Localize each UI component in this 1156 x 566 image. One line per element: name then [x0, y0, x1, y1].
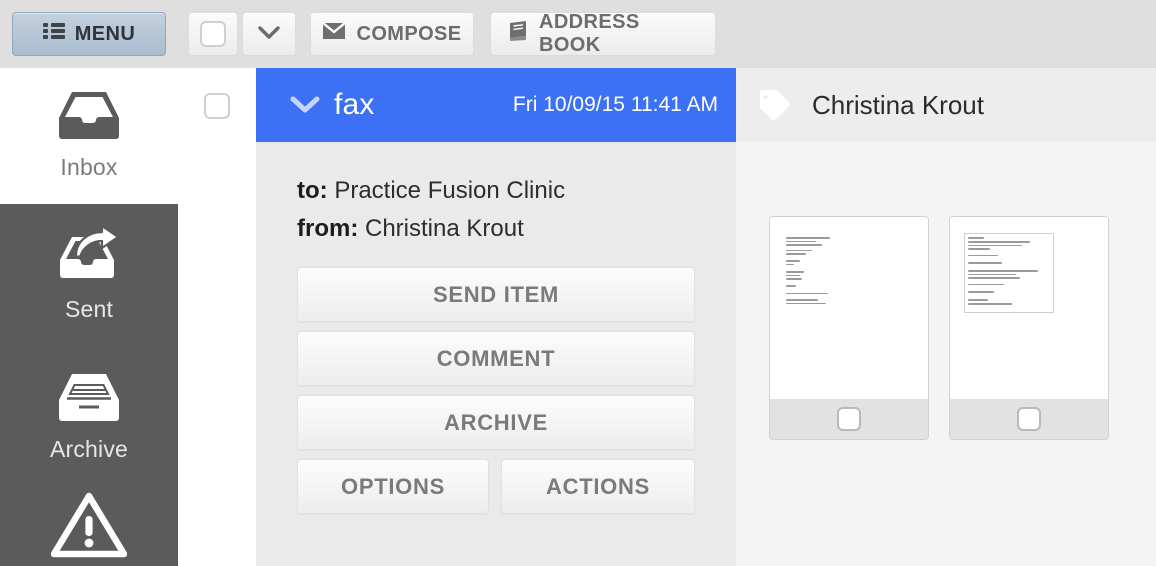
comment-button[interactable]: COMMENT — [297, 331, 695, 386]
preview-page-thumbnail[interactable] — [949, 216, 1109, 440]
inbox-tray-icon — [56, 78, 122, 140]
select-all-button[interactable] — [188, 12, 238, 56]
message-title: fax — [334, 88, 375, 122]
document-text-lines — [968, 237, 1052, 305]
sidebar-item-archive[interactable]: Archive — [0, 360, 178, 496]
preview-page-thumbnail[interactable] — [769, 216, 929, 440]
page-content — [950, 217, 1108, 401]
options-button[interactable]: OPTIONS — [297, 459, 489, 514]
preview-contact-name: Christina Krout — [812, 90, 984, 121]
list-icon — [43, 22, 65, 46]
message-timestamp: Fri 10/09/15 11:41 AM — [513, 93, 718, 117]
fax-inbox-app: MENU COMPOSE — [0, 0, 1156, 566]
tag-icon — [758, 90, 792, 120]
actions-button[interactable]: ACTIONS — [501, 459, 695, 514]
sidebar: Inbox Sent Arc — [0, 68, 178, 566]
address-book-button-label: ADDRESS BOOK — [539, 11, 699, 57]
sidebar-item-sent[interactable]: Sent — [0, 220, 178, 356]
top-toolbar: MENU COMPOSE — [0, 0, 1156, 68]
message-to-label: to: — [297, 177, 328, 204]
send-item-button[interactable]: SEND ITEM — [297, 267, 695, 322]
preview-header: Christina Krout — [736, 68, 1156, 142]
message-to-line: to: Practice Fusion Clinic — [297, 172, 565, 210]
sent-tray-icon — [54, 220, 124, 282]
book-icon — [507, 21, 529, 47]
message-header[interactable]: fax Fri 10/09/15 11:41 AM — [256, 68, 736, 142]
document-text-lines — [786, 237, 832, 304]
message-to-value: Practice Fusion Clinic — [334, 177, 565, 204]
envelope-icon — [322, 22, 346, 46]
message-from-line: from: Christina Krout — [297, 210, 565, 248]
select-dropdown-button[interactable] — [242, 12, 296, 56]
message-detail-panel: fax Fri 10/09/15 11:41 AM to: Practice F… — [256, 68, 736, 566]
sidebar-item-label: Archive — [50, 436, 128, 463]
message-from-value: Christina Krout — [365, 215, 524, 242]
preview-thumbnails — [736, 142, 1156, 566]
archive-tray-icon — [56, 360, 122, 422]
page-footer — [770, 399, 928, 439]
address-book-button[interactable]: ADDRESS BOOK — [490, 12, 716, 56]
message-select-checkbox[interactable] — [204, 93, 230, 119]
page-select-checkbox[interactable] — [1017, 407, 1041, 431]
menu-button[interactable]: MENU — [12, 12, 166, 56]
message-list-strip — [178, 68, 256, 566]
page-select-checkbox[interactable] — [837, 407, 861, 431]
warning-triangle-icon — [51, 496, 127, 558]
select-all-checkbox[interactable] — [200, 21, 226, 47]
compose-button-label: COMPOSE — [356, 23, 461, 46]
preview-panel: Christina Krout — [736, 68, 1156, 566]
message-from-label: from: — [297, 215, 358, 242]
page-footer — [950, 399, 1108, 439]
chevron-down-icon — [258, 23, 280, 46]
chevron-down-icon[interactable] — [290, 96, 320, 114]
archive-button[interactable]: ARCHIVE — [297, 395, 695, 450]
sidebar-item-label: Inbox — [60, 154, 117, 181]
sidebar-item-inbox[interactable]: Inbox — [0, 78, 178, 214]
sidebar-item-alerts[interactable] — [0, 496, 178, 566]
page-content — [770, 217, 928, 401]
menu-button-label: MENU — [75, 23, 136, 46]
compose-button[interactable]: COMPOSE — [310, 12, 474, 56]
message-meta: to: Practice Fusion Clinic from: Christi… — [297, 172, 565, 248]
sidebar-item-label: Sent — [65, 296, 113, 323]
